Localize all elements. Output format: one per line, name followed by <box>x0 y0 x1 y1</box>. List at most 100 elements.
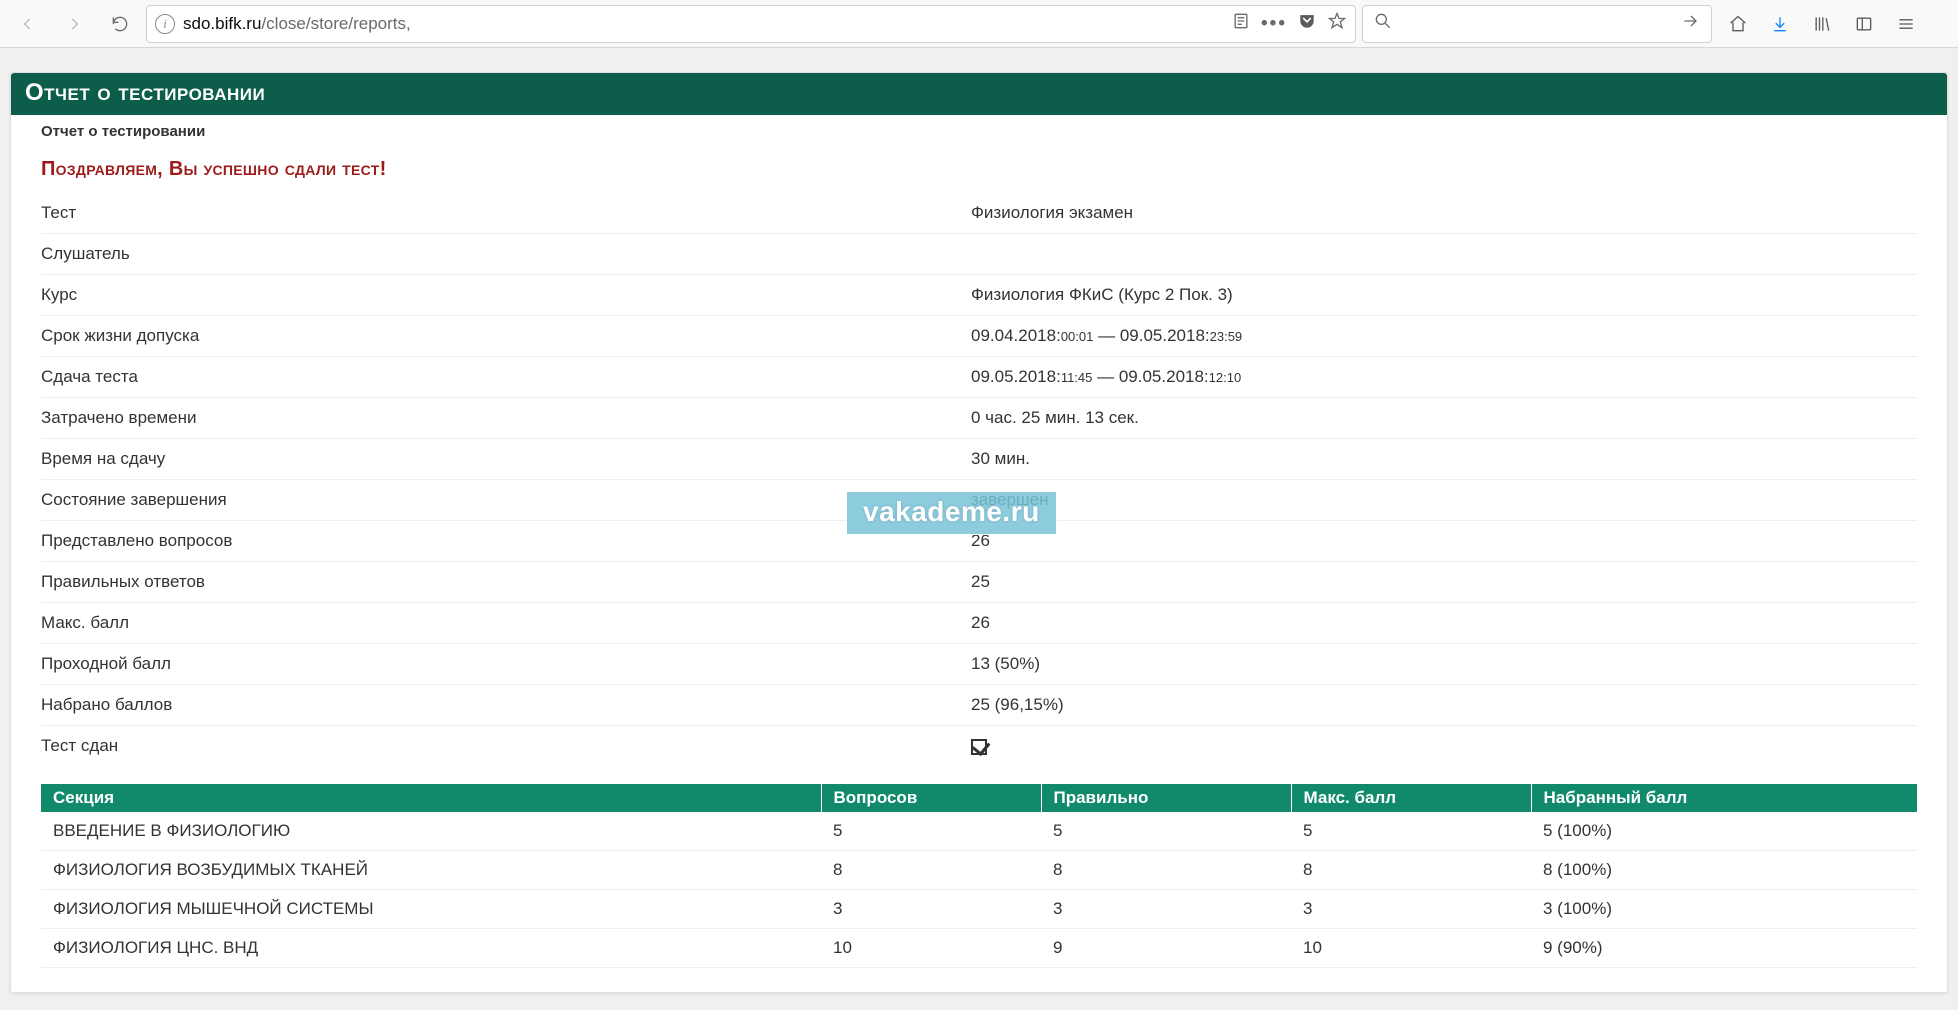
info-value <box>971 244 1917 264</box>
reload-icon <box>110 14 130 34</box>
table-cell: 5 <box>821 812 1041 851</box>
info-value: Физиология экзамен <box>971 203 1917 223</box>
arrow-left-icon <box>18 14 38 34</box>
info-key: Представлено вопросов <box>41 531 971 551</box>
info-value: 30 мин. <box>971 449 1917 469</box>
report-panel: Отчет о тестировании Отчет о тестировани… <box>10 72 1948 993</box>
table-cell: 8 <box>821 851 1041 890</box>
info-value: 26 <box>971 613 1917 633</box>
forward-button[interactable] <box>54 4 94 44</box>
bookmark-star-icon[interactable] <box>1327 11 1347 37</box>
arrow-right-icon <box>64 14 84 34</box>
table-cell: 5 <box>1291 812 1531 851</box>
info-key: Набрано баллов <box>41 695 971 715</box>
congrats-message: Поздравляем, Вы успешно сдали тест! <box>11 144 1947 193</box>
reader-mode-icon[interactable] <box>1231 11 1251 37</box>
url-text: sdo.bifk.ru/close/store/reports, <box>183 14 1223 34</box>
browser-toolbar: i sdo.bifk.ru/close/store/reports, ••• <box>0 0 1958 48</box>
panel-subheader: Отчет о тестировании <box>11 115 1947 144</box>
table-header-cell: Вопросов <box>821 784 1041 812</box>
pocket-icon[interactable] <box>1297 11 1317 37</box>
sidebar-button[interactable] <box>1844 4 1884 44</box>
url-actions: ••• <box>1231 11 1347 37</box>
info-row: Проходной балл13 (50%) <box>41 644 1917 685</box>
table-cell: 3 <box>1291 890 1531 929</box>
info-row: Затрачено времени0 час. 25 мин. 13 сек. <box>41 398 1917 439</box>
info-row: Макс. балл26 <box>41 603 1917 644</box>
table-cell: 8 <box>1291 851 1531 890</box>
search-icon <box>1373 11 1393 36</box>
info-key: Правильных ответов <box>41 572 971 592</box>
table-cell: 8 <box>1041 851 1291 890</box>
browser-search-bar[interactable] <box>1362 5 1712 43</box>
table-row: ФИЗИОЛОГИЯ ЦНС. ВНД109109 (90%) <box>41 929 1917 968</box>
info-key: Время на сдачу <box>41 449 971 469</box>
table-body: ВВЕДЕНИЕ В ФИЗИОЛОГИЮ5555 (100%)ФИЗИОЛОГ… <box>41 812 1917 968</box>
checkbox-checked-icon <box>971 739 987 755</box>
results-table: СекцияВопросовПравильноМакс. баллНабранн… <box>41 784 1917 968</box>
table-cell: ФИЗИОЛОГИЯ ВОЗБУДИМЫХ ТКАНЕЙ <box>41 851 821 890</box>
info-row: Срок жизни допуска09.04.2018:00:01 — 09.… <box>41 316 1917 357</box>
table-row: ФИЗИОЛОГИЯ МЫШЕЧНОЙ СИСТЕМЫ3333 (100%) <box>41 890 1917 929</box>
info-row: ТестФизиология экзамен <box>41 193 1917 234</box>
info-list: ТестФизиология экзаменСлушательКурсФизио… <box>11 193 1947 766</box>
info-value: 26 <box>971 531 1917 551</box>
info-row: Набрано баллов25 (96,15%) <box>41 685 1917 726</box>
table-cell: ВВЕДЕНИЕ В ФИЗИОЛОГИЮ <box>41 812 821 851</box>
info-value: 25 <box>971 572 1917 592</box>
watermark-overlay: vakademe.ru <box>846 491 1057 535</box>
page-actions-icon[interactable]: ••• <box>1261 13 1287 35</box>
info-key: Макс. балл <box>41 613 971 633</box>
back-button[interactable] <box>8 4 48 44</box>
toolbar-right <box>1718 4 1926 44</box>
table-cell: 9 <box>1041 929 1291 968</box>
table-header-cell: Набранный балл <box>1531 784 1917 812</box>
info-key: Тест <box>41 203 971 223</box>
info-key: Тест сдан <box>41 736 971 756</box>
table-cell: 5 (100%) <box>1531 812 1917 851</box>
table-cell: 3 (100%) <box>1531 890 1917 929</box>
table-header-cell: Секция <box>41 784 821 812</box>
reload-button[interactable] <box>100 4 140 44</box>
info-value: 09.04.2018:00:01 — 09.05.2018:23:59 <box>971 326 1917 346</box>
page-wrap: Отчет о тестировании Отчет о тестировани… <box>0 48 1958 1003</box>
table-row: ФИЗИОЛОГИЯ ВОЗБУДИМЫХ ТКАНЕЙ8888 (100%) <box>41 851 1917 890</box>
info-key: Сдача теста <box>41 367 971 387</box>
table-cell: 10 <box>821 929 1041 968</box>
info-row: Правильных ответов25 <box>41 562 1917 603</box>
table-cell: ФИЗИОЛОГИЯ МЫШЕЧНОЙ СИСТЕМЫ <box>41 890 821 929</box>
info-value <box>971 736 1917 756</box>
info-row: КурсФизиология ФКиС (Курс 2 Пок. 3) <box>41 275 1917 316</box>
table-cell: 5 <box>1041 812 1291 851</box>
info-value: завершен <box>971 490 1917 510</box>
table-header-cell: Макс. балл <box>1291 784 1531 812</box>
url-bar[interactable]: i sdo.bifk.ru/close/store/reports, ••• <box>146 5 1356 43</box>
home-button[interactable] <box>1718 4 1758 44</box>
downloads-button[interactable] <box>1760 4 1800 44</box>
info-row: Тест сдан <box>41 726 1917 766</box>
info-key: Курс <box>41 285 971 305</box>
table-cell: 8 (100%) <box>1531 851 1917 890</box>
menu-button[interactable] <box>1886 4 1926 44</box>
info-key: Слушатель <box>41 244 971 264</box>
table-cell: 3 <box>821 890 1041 929</box>
info-key: Затрачено времени <box>41 408 971 428</box>
search-go-icon[interactable] <box>1681 11 1701 36</box>
info-value: 09.05.2018:11:45 — 09.05.2018:12:10 <box>971 367 1917 387</box>
info-key: Срок жизни допуска <box>41 326 971 346</box>
info-row: Время на сдачу30 мин. <box>41 439 1917 480</box>
info-key: Проходной балл <box>41 654 971 674</box>
site-info-icon[interactable]: i <box>155 14 175 34</box>
info-value: 13 (50%) <box>971 654 1917 674</box>
library-button[interactable] <box>1802 4 1842 44</box>
table-cell: ФИЗИОЛОГИЯ ЦНС. ВНД <box>41 929 821 968</box>
panel-header: Отчет о тестировании <box>11 73 1947 115</box>
info-value: Физиология ФКиС (Курс 2 Пок. 3) <box>971 285 1917 305</box>
table-cell: 9 (90%) <box>1531 929 1917 968</box>
table-row: ВВЕДЕНИЕ В ФИЗИОЛОГИЮ5555 (100%) <box>41 812 1917 851</box>
info-row: Сдача теста09.05.2018:11:45 — 09.05.2018… <box>41 357 1917 398</box>
table-header-row: СекцияВопросовПравильноМакс. баллНабранн… <box>41 784 1917 812</box>
results-wrap: СекцияВопросовПравильноМакс. баллНабранн… <box>11 766 1947 992</box>
info-key: Состояние завершения <box>41 490 971 510</box>
table-cell: 3 <box>1041 890 1291 929</box>
